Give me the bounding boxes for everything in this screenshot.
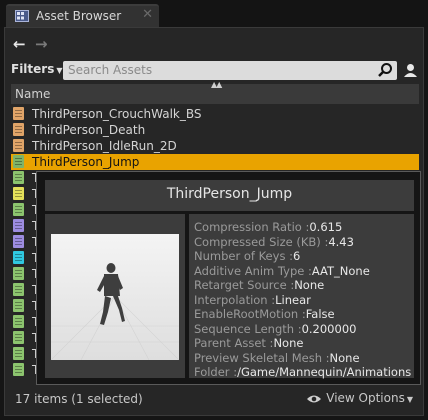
- property-row: Interpolation :Linear: [194, 293, 311, 307]
- eye-icon: [307, 395, 322, 403]
- asset-file-icon: [13, 299, 24, 312]
- asset-name: ThirdPerson_Death: [32, 123, 146, 137]
- asset-name: ThirdPerson_IdleRun_2D: [32, 139, 177, 153]
- item-count-status: 17 items (1 selected): [15, 392, 143, 406]
- asset-file-icon: [13, 267, 24, 280]
- asset-file-icon: [13, 139, 24, 152]
- column-header-name: Name: [15, 87, 51, 101]
- property-value: None: [273, 336, 304, 350]
- asset-file-icon: [13, 107, 24, 120]
- asset-file-icon: [13, 187, 24, 200]
- search-box[interactable]: Search Assets: [63, 61, 397, 80]
- asset-name: ThirdPerson_CrouchWalk_BS: [32, 107, 202, 121]
- property-value: 4.43: [328, 234, 354, 249]
- property-row: EnableRootMotion :False: [194, 307, 335, 321]
- forward-arrow-icon[interactable]: →: [35, 35, 48, 53]
- tab-bar: Asset Browser ✕: [0, 0, 428, 27]
- asset-file-icon: [13, 315, 24, 328]
- property-key: Compression Ratio :: [194, 220, 310, 234]
- property-row: Additive Anim Type :AAT_None: [194, 264, 370, 278]
- property-key: Number of Keys :: [194, 249, 293, 263]
- property-key: EnableRootMotion :: [194, 307, 306, 321]
- list-item[interactable]: ThirdPerson_IdleRun_2D: [11, 138, 419, 154]
- property-value: False: [305, 307, 335, 321]
- list-item[interactable]: ThirdPerson_CrouchWalk_BS: [11, 106, 419, 122]
- tab-title: Asset Browser: [36, 9, 122, 23]
- search-icon[interactable]: [377, 62, 393, 78]
- property-key: Compressed Size (KB) :: [194, 234, 329, 249]
- asset-file-icon: [13, 219, 24, 232]
- property-value: 0.200000: [301, 321, 357, 336]
- user-icon[interactable]: [402, 61, 419, 80]
- asset-browser-icon: [15, 10, 29, 22]
- property-key: Preview Skeletal Mesh :: [194, 350, 330, 365]
- asset-name: ThirdPerson_Jump: [32, 155, 140, 169]
- asset-file-icon: [13, 251, 24, 264]
- property-key: Parent Asset :: [194, 336, 274, 350]
- property-key: Retarget Source :: [194, 278, 295, 292]
- asset-tooltip: ThirdPerson_Jump Compression Ratio:0.61…: [36, 171, 421, 385]
- property-value: None: [329, 350, 360, 365]
- view-options-label: View Options: [326, 391, 405, 405]
- asset-file-icon: [13, 155, 24, 168]
- search-input[interactable]: Search Assets: [68, 63, 152, 77]
- property-row: Compressed Size (KB) :4.43: [194, 235, 354, 249]
- asset-file-icon: [13, 363, 24, 376]
- animation-thumbnail: [51, 234, 179, 360]
- property-row: Retarget Source :None: [194, 278, 324, 292]
- sort-icon[interactable]: ▲▲: [211, 80, 222, 89]
- property-row: Folder :/Game/Mannequin/Animations: [194, 365, 411, 379]
- thumbnail-frame: [45, 214, 185, 378]
- property-row: Preview Skeletal Mesh :None: [194, 351, 360, 365]
- asset-file-icon: [13, 203, 24, 216]
- filters-button[interactable]: Filters ▼: [11, 62, 63, 76]
- property-row: Parent Asset :None: [194, 336, 303, 350]
- list-item[interactable]: ThirdPerson_Jump: [11, 154, 419, 170]
- tooltip-title: ThirdPerson_Jump: [166, 186, 293, 202]
- chevron-down-icon: ▼: [56, 66, 63, 75]
- property-value: 6: [292, 249, 301, 263]
- view-options-button[interactable]: View Options ▼: [306, 391, 413, 405]
- close-icon[interactable]: ✕: [142, 7, 153, 22]
- tooltip-header: ThirdPerson_Jump: [45, 180, 414, 211]
- asset-file-icon: [13, 171, 24, 184]
- asset-file-icon: [13, 283, 24, 296]
- property-key: Interpolation :: [194, 292, 276, 307]
- asset-file-icon: [13, 123, 24, 136]
- property-key: Sequence Length :: [194, 321, 302, 336]
- back-arrow-icon[interactable]: ←: [13, 35, 26, 53]
- list-item[interactable]: ThirdPerson_Death: [11, 122, 419, 138]
- property-key: Folder :: [194, 365, 238, 379]
- property-value: /Game/Mannequin/Animations: [237, 365, 412, 379]
- property-value: None: [294, 278, 325, 292]
- property-value: AAT_None: [311, 263, 370, 278]
- property-value: Linear: [275, 292, 311, 307]
- property-value: 0.615: [309, 220, 343, 234]
- chevron-down-icon: ▼: [406, 395, 413, 404]
- property-row: Compression Ratio :0.615: [194, 220, 342, 234]
- property-row: Sequence Length :0.200000: [194, 322, 356, 336]
- asset-file-icon: [13, 235, 24, 248]
- asset-file-icon: [13, 347, 24, 360]
- property-key: Additive Anim Type :: [194, 263, 312, 278]
- filters-label: Filters: [11, 62, 55, 76]
- property-row: Number of Keys :6: [194, 249, 300, 263]
- name-column-header[interactable]: ▲▲ Name: [11, 80, 419, 104]
- properties-list: Compression Ratio :0.615 Compressed Size …: [189, 214, 414, 379]
- asset-file-icon: [13, 331, 24, 344]
- tab-asset-browser[interactable]: Asset Browser ✕: [6, 4, 159, 27]
- mannequin-preview-image: [51, 263, 179, 360]
